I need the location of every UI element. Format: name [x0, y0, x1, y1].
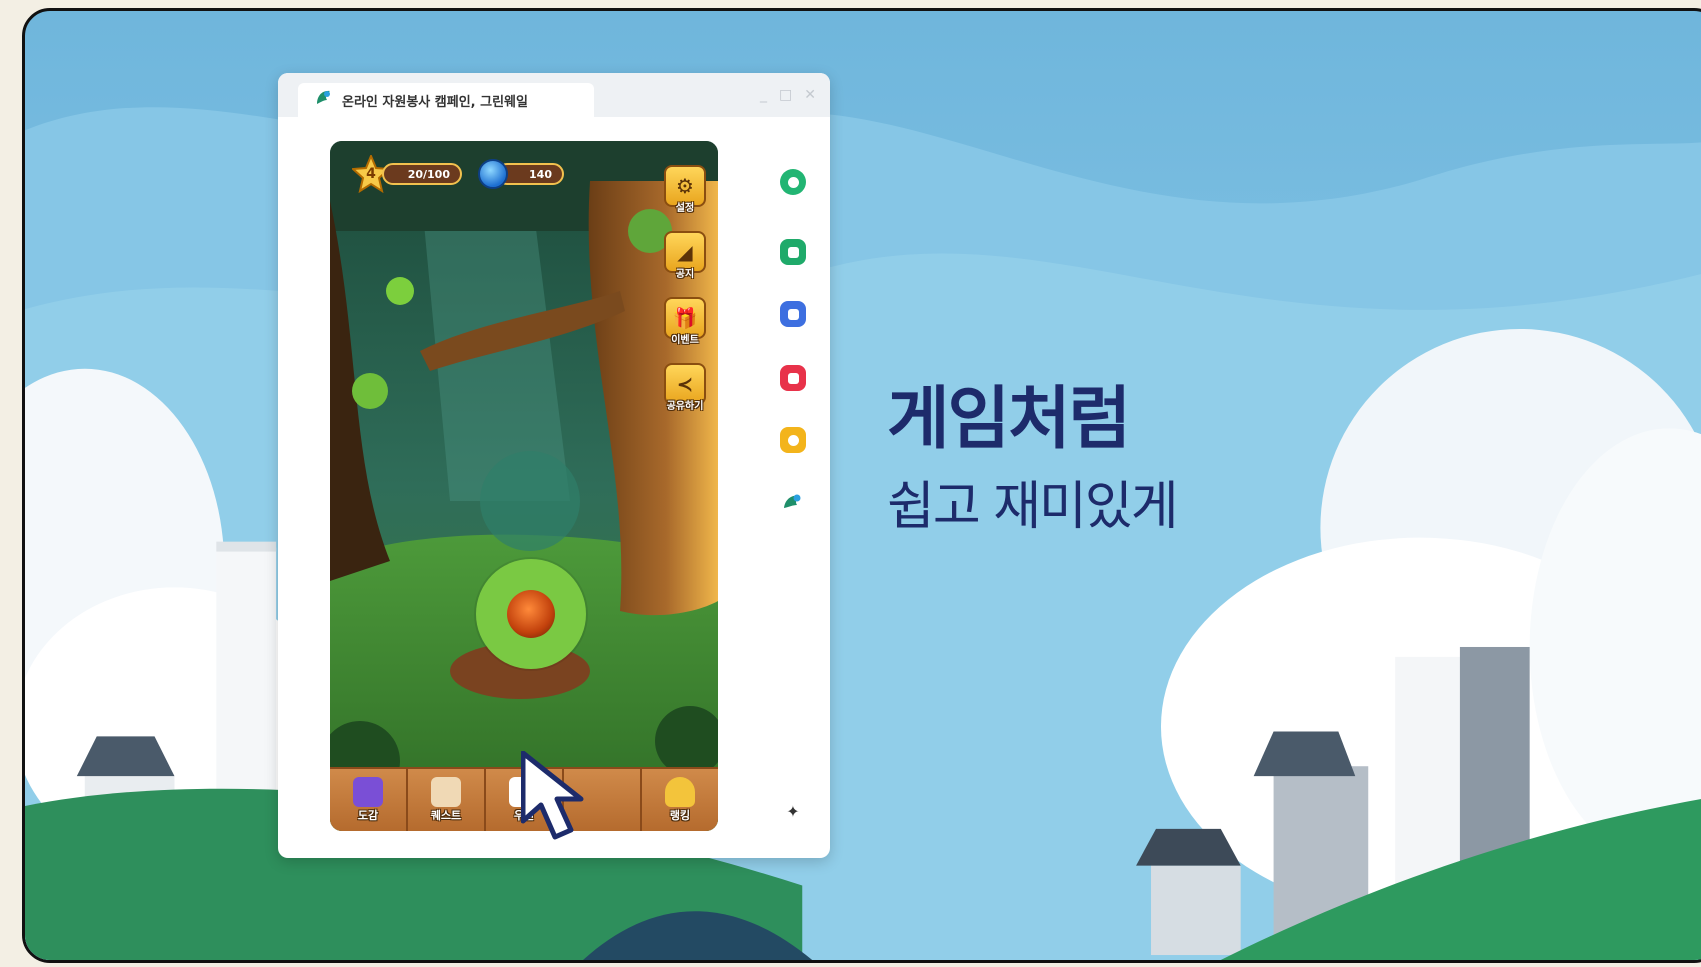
green-square-icon[interactable] [780, 239, 806, 265]
background-scene [25, 107, 1701, 960]
add-icon[interactable]: ✦ [784, 803, 802, 821]
share-button[interactable]: ≺ 공유하기 [662, 363, 708, 412]
minimize-button[interactable]: _ [760, 87, 767, 103]
menu-collection[interactable]: 도감 [330, 769, 408, 831]
browser-tab[interactable]: 온라인 자원봉사 캠페인, 그린웨일 [298, 83, 594, 117]
maximize-button[interactable]: □ [779, 87, 792, 103]
forest-background [330, 141, 718, 831]
video-frame: 온라인 자원봉사 캠페인, 그린웨일 _ □ ✕ 4 20/100 140 ⚙ … [22, 8, 1701, 963]
gem-value: 140 [529, 167, 552, 181]
blue-chat-icon[interactable] [780, 301, 806, 327]
game-screen[interactable]: 4 20/100 140 ⚙ 설정 ◢ 공지 🎁 이벤트 ≺ 공유하기 도감 퀘… [330, 141, 718, 831]
gem-icon [478, 159, 508, 189]
tab-title: 온라인 자원봉사 캠페인, 그린웨일 [342, 94, 528, 110]
seed-icon [507, 590, 555, 638]
red-heart-icon[interactable] [780, 365, 806, 391]
tap-target[interactable] [476, 559, 586, 669]
yellow-star-icon[interactable] [780, 427, 806, 453]
scroll-icon [431, 777, 461, 807]
notice-label: 공지 [675, 269, 695, 280]
settings-button[interactable]: ⚙ 설정 [662, 165, 708, 214]
menu-quest[interactable]: 퀘스트 [408, 769, 486, 831]
window-controls: _ □ ✕ [760, 87, 816, 103]
book-icon [353, 777, 383, 807]
browser-window: 온라인 자원봉사 캠페인, 그린웨일 _ □ ✕ 4 20/100 140 ⚙ … [278, 73, 830, 858]
menu-ranking[interactable]: 랭킹 [642, 769, 718, 831]
trophy-icon [665, 777, 695, 807]
tab-bar: 온라인 자원봉사 캠페인, 그린웨일 _ □ ✕ [278, 73, 830, 117]
xp-bar: 20/100 [382, 163, 462, 185]
close-button[interactable]: ✕ [804, 87, 816, 103]
event-label: 이벤트 [671, 335, 699, 346]
share-label: 공유하기 [666, 401, 704, 412]
headline: 게임처럼 쉽고 재미있게 [887, 380, 1179, 539]
green-circle-icon[interactable] [780, 169, 806, 195]
event-button[interactable]: 🎁 이벤트 [662, 297, 708, 346]
collection-label: 도감 [357, 809, 379, 822]
headline-line2: 쉽고 재미있게 [887, 476, 1179, 537]
notice-button[interactable]: ◢ 공지 [662, 231, 708, 280]
cursor-icon [521, 751, 584, 840]
level-value: 4 [366, 166, 376, 182]
settings-label: 설정 [675, 203, 695, 214]
xp-value: 20/100 [407, 167, 450, 181]
ranking-label: 랭킹 [669, 809, 691, 822]
quest-label: 퀘스트 [430, 809, 462, 822]
whale-logo-icon[interactable] [780, 489, 806, 515]
headline-line1: 게임처럼 [887, 380, 1131, 459]
whale-logo-icon [314, 88, 334, 112]
